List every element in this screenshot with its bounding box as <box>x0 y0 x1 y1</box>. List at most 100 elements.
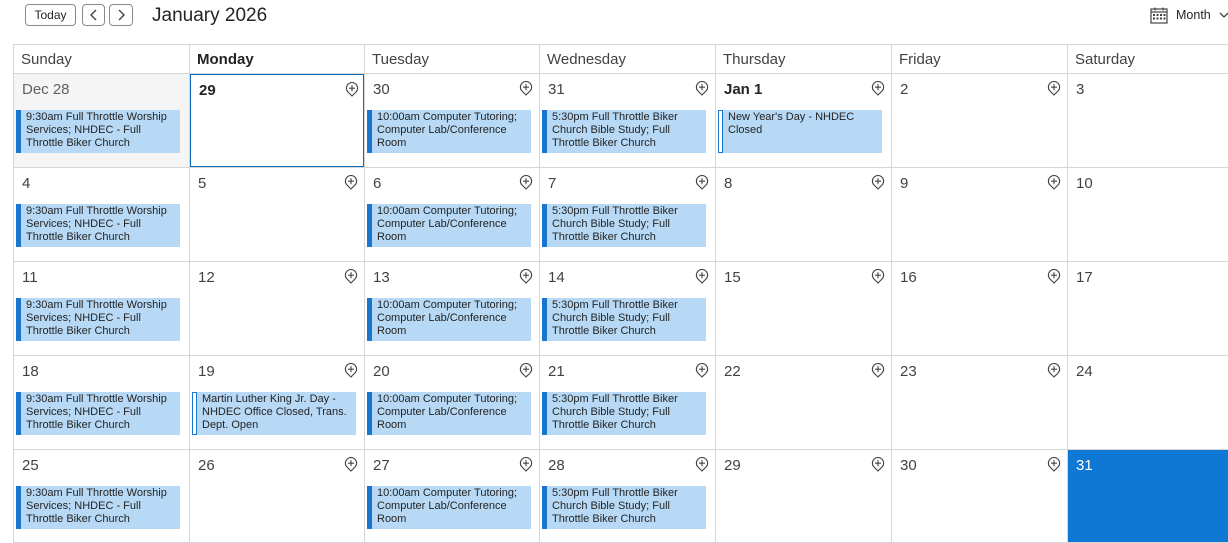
chevron-right-icon <box>118 9 125 21</box>
add-event-icon[interactable] <box>695 457 709 472</box>
add-event-icon[interactable] <box>519 363 533 378</box>
day-cell[interactable]: 28 5:30pm Full Throttle Biker Church Bibl… <box>540 450 715 542</box>
date-number: 19 <box>198 363 215 380</box>
day-cell[interactable]: 2 <box>892 74 1067 167</box>
weekday-header-sunday: Sunday <box>21 51 72 68</box>
calendar-event[interactable]: Martin Luther King Jr. Day - NHDEC Offic… <box>192 392 356 435</box>
day-cell[interactable]: 11 9:30am Full Throttle Worship Services;… <box>14 262 189 355</box>
add-event-icon[interactable] <box>344 269 358 284</box>
day-cell[interactable]: 16 <box>892 262 1067 355</box>
add-event-icon[interactable] <box>1047 81 1061 96</box>
add-event-icon[interactable] <box>695 81 709 96</box>
day-cell[interactable]: 6 10:00am Computer Tutoring; Computer Lab… <box>365 168 539 261</box>
day-cell[interactable]: 3 <box>1068 74 1228 167</box>
day-cell[interactable]: 25 9:30am Full Throttle Worship Services;… <box>14 450 189 542</box>
add-event-icon[interactable] <box>519 175 533 190</box>
calendar-event[interactable]: 10:00am Computer Tutoring; Computer Lab/… <box>367 486 531 529</box>
add-event-icon[interactable] <box>1047 175 1061 190</box>
day-cell[interactable]: 12 <box>190 262 364 355</box>
day-cell[interactable]: 23 <box>892 356 1067 449</box>
add-event-icon[interactable] <box>519 269 533 284</box>
calendar-event[interactable]: 9:30am Full Throttle Worship Services; N… <box>16 298 180 341</box>
calendar-event[interactable]: 10:00am Computer Tutoring; Computer Lab/… <box>367 298 531 341</box>
date-number: Dec 28 <box>22 81 70 98</box>
day-cell[interactable]: 21 5:30pm Full Throttle Biker Church Bibl… <box>540 356 715 449</box>
month-grid: Sunday Monday Tuesday Wednesday Thursday Frid… <box>13 44 1228 543</box>
date-number: 28 <box>548 457 565 474</box>
calendar-event[interactable]: 9:30am Full Throttle Worship Services; N… <box>16 110 180 153</box>
view-switcher[interactable]: Month <box>1150 5 1228 25</box>
grid-column-divider <box>13 44 14 542</box>
day-cell[interactable]: 29 <box>716 450 891 542</box>
add-event-icon[interactable] <box>345 82 359 97</box>
date-number: 4 <box>22 175 31 192</box>
add-event-icon[interactable] <box>519 457 533 472</box>
today-button[interactable]: Today <box>25 4 76 26</box>
day-cell[interactable]: 24 <box>1068 356 1228 449</box>
calendar-event[interactable]: 10:00am Computer Tutoring; Computer Lab/… <box>367 110 531 153</box>
add-event-icon[interactable] <box>1047 269 1061 284</box>
day-cell[interactable]: 30 10:00am Computer Tutoring; Computer La… <box>365 74 539 167</box>
add-event-icon[interactable] <box>871 81 885 96</box>
calendar-event[interactable]: 10:00am Computer Tutoring; Computer Lab/… <box>367 204 531 247</box>
add-event-icon[interactable] <box>519 81 533 96</box>
add-event-icon[interactable] <box>344 363 358 378</box>
day-cell[interactable]: 9 <box>892 168 1067 261</box>
add-event-icon[interactable] <box>344 457 358 472</box>
add-event-icon[interactable] <box>871 363 885 378</box>
day-cell[interactable]: 15 <box>716 262 891 355</box>
date-number: 27 <box>373 457 390 474</box>
calendar-event[interactable]: 5:30pm Full Throttle Biker Church Bible … <box>542 110 706 153</box>
day-cell[interactable]: 29 <box>190 74 364 167</box>
add-event-icon[interactable] <box>1047 457 1061 472</box>
calendar-event[interactable]: 10:00am Computer Tutoring; Computer Lab/… <box>367 392 531 435</box>
day-cell[interactable]: 8 <box>716 168 891 261</box>
calendar-event[interactable]: 9:30am Full Throttle Worship Services; N… <box>16 486 180 529</box>
calendar-event[interactable]: 5:30pm Full Throttle Biker Church Bible … <box>542 298 706 341</box>
add-event-icon[interactable] <box>1047 363 1061 378</box>
weekday-header-wednesday: Wednesday <box>547 51 626 68</box>
add-event-icon[interactable] <box>871 175 885 190</box>
next-month-button[interactable] <box>109 4 133 26</box>
grid-column-divider <box>1067 44 1068 542</box>
calendar-event[interactable]: 5:30pm Full Throttle Biker Church Bible … <box>542 486 706 529</box>
day-cell[interactable]: 30 <box>892 450 1067 542</box>
calendar-event[interactable]: 5:30pm Full Throttle Biker Church Bible … <box>542 392 706 435</box>
add-event-icon[interactable] <box>695 363 709 378</box>
day-cell[interactable]: 19 Martin Luther King Jr. Day - NHDEC Off… <box>190 356 364 449</box>
day-cell[interactable]: 7 5:30pm Full Throttle Biker Church Bible… <box>540 168 715 261</box>
day-cell[interactable]: 5 <box>190 168 364 261</box>
weekday-header-thursday: Thursday <box>723 51 786 68</box>
day-cell[interactable]: 10 <box>1068 168 1228 261</box>
grid-row-divider <box>13 167 1228 168</box>
day-cell[interactable]: Jan 1 New Year's Day - NHDEC Closed <box>716 74 891 167</box>
day-cell[interactable]: 18 9:30am Full Throttle Worship Services;… <box>14 356 189 449</box>
day-cell[interactable]: 22 <box>716 356 891 449</box>
day-cell[interactable]: 26 <box>190 450 364 542</box>
date-number: 8 <box>724 175 733 192</box>
calendar-event[interactable]: 9:30am Full Throttle Worship Services; N… <box>16 204 180 247</box>
view-label: Month <box>1176 8 1211 22</box>
day-cell[interactable]: 20 10:00am Computer Tutoring; Computer La… <box>365 356 539 449</box>
day-cell[interactable]: 13 10:00am Computer Tutoring; Computer La… <box>365 262 539 355</box>
grid-column-divider <box>189 44 190 542</box>
calendar-event[interactable]: New Year's Day - NHDEC Closed <box>718 110 882 153</box>
previous-month-button[interactable] <box>82 4 105 26</box>
add-event-icon[interactable] <box>695 269 709 284</box>
day-cell[interactable]: 17 <box>1068 262 1228 355</box>
date-number: 6 <box>373 175 382 192</box>
add-event-icon[interactable] <box>871 269 885 284</box>
calendar-event[interactable]: 5:30pm Full Throttle Biker Church Bible … <box>542 204 706 247</box>
calendar-event[interactable]: 9:30am Full Throttle Worship Services; N… <box>16 392 180 435</box>
day-cell[interactable]: 31 5:30pm Full Throttle Biker Church Bibl… <box>540 74 715 167</box>
add-event-icon[interactable] <box>695 175 709 190</box>
day-cell[interactable]: 31 <box>1068 450 1228 542</box>
calendar-toolbar: Today January 2026 Month <box>0 0 1228 44</box>
day-cell[interactable]: 14 5:30pm Full Throttle Biker Church Bibl… <box>540 262 715 355</box>
add-event-icon[interactable] <box>871 457 885 472</box>
add-event-icon[interactable] <box>344 175 358 190</box>
day-cell[interactable]: 27 10:00am Computer Tutoring; Computer La… <box>365 450 539 542</box>
day-cell[interactable]: 4 9:30am Full Throttle Worship Services; … <box>14 168 189 261</box>
date-number: 26 <box>198 457 215 474</box>
day-cell[interactable]: Dec 28 9:30am Full Throttle Worship Servi… <box>14 74 189 167</box>
